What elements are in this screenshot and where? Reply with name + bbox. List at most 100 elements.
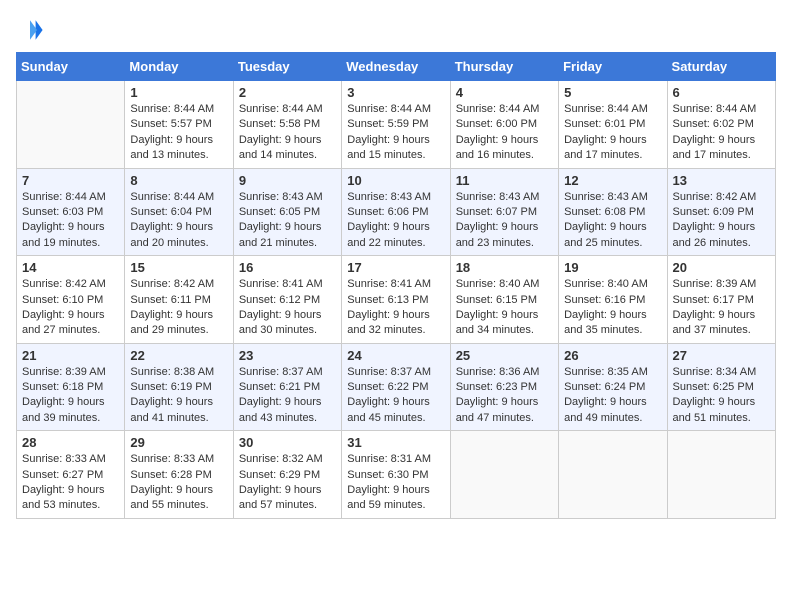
week-row-3: 14Sunrise: 8:42 AM Sunset: 6:10 PM Dayli… [17,256,776,344]
cell-info: Sunrise: 8:43 AM Sunset: 6:07 PM Dayligh… [456,190,553,252]
cell-info: Sunrise: 8:32 AM Sunset: 6:29 PM Dayligh… [239,452,336,514]
calendar-cell: 25 Sunrise: 8:36 AM Sunset: 6:23 PM Dayli… [450,343,558,431]
day-number: 30 [239,435,336,450]
calendar-cell: 31 Sunrise: 8:31 AM Sunset: 6:30 PM Dayli… [342,431,450,519]
day-number: 4 [456,85,553,100]
day-number: 29 [130,435,227,450]
calendar-body: 1 Sunrise: 8:44 AM Sunset: 5:57 PM Daylig… [17,81,776,519]
day-number: 5 [564,85,661,100]
day-header-monday: Monday [125,53,233,81]
calendar-cell: 29 Sunrise: 8:33 AM Sunset: 6:28 PM Dayli… [125,431,233,519]
cell-info: Sunrise: 8:44 AM Sunset: 5:58 PM Dayligh… [239,102,336,164]
day-number: 20 [673,260,770,275]
day-number: 21 [22,348,119,363]
calendar-cell: 30 Sunrise: 8:32 AM Sunset: 6:29 PM Dayli… [233,431,341,519]
cell-info: Sunrise: 8:41 AM Sunset: 6:12 PM Dayligh… [239,277,336,339]
day-number: 26 [564,348,661,363]
cell-info: Sunrise: 8:35 AM Sunset: 6:24 PM Dayligh… [564,365,661,427]
calendar-cell: 1 Sunrise: 8:44 AM Sunset: 5:57 PM Daylig… [125,81,233,169]
week-row-4: 21 Sunrise: 8:39 AM Sunset: 6:18 PM Dayli… [17,343,776,431]
calendar-cell: 9 Sunrise: 8:43 AM Sunset: 6:05 PM Daylig… [233,168,341,256]
calendar-cell: 27Sunrise: 8:34 AM Sunset: 6:25 PM Dayli… [667,343,775,431]
calendar-cell [667,431,775,519]
day-number: 1 [130,85,227,100]
day-number: 25 [456,348,553,363]
day-number: 27 [673,348,770,363]
calendar-cell: 23Sunrise: 8:37 AM Sunset: 6:21 PM Dayli… [233,343,341,431]
day-number: 12 [564,173,661,188]
calendar-cell: 7 Sunrise: 8:44 AM Sunset: 6:03 PM Daylig… [17,168,125,256]
day-number: 18 [456,260,553,275]
calendar-cell: 28 Sunrise: 8:33 AM Sunset: 6:27 PM Dayli… [17,431,125,519]
calendar-cell: 11 Sunrise: 8:43 AM Sunset: 6:07 PM Dayli… [450,168,558,256]
logo [16,16,48,44]
day-number: 28 [22,435,119,450]
cell-info: Sunrise: 8:44 AM Sunset: 6:03 PM Dayligh… [22,190,119,252]
day-number: 7 [22,173,119,188]
calendar-header-row: SundayMondayTuesdayWednesdayThursdayFrid… [17,53,776,81]
day-header-wednesday: Wednesday [342,53,450,81]
cell-info: Sunrise: 8:44 AM Sunset: 6:04 PM Dayligh… [130,190,227,252]
calendar-cell: 18 Sunrise: 8:40 AM Sunset: 6:15 PM Dayli… [450,256,558,344]
page-header [16,16,776,44]
cell-info: Sunrise: 8:44 AM Sunset: 6:00 PM Dayligh… [456,102,553,164]
cell-info: Sunrise: 8:44 AM Sunset: 6:01 PM Dayligh… [564,102,661,164]
calendar-cell: 16 Sunrise: 8:41 AM Sunset: 6:12 PM Dayli… [233,256,341,344]
cell-info: Sunrise: 8:38 AM Sunset: 6:19 PM Dayligh… [130,365,227,427]
day-number: 11 [456,173,553,188]
day-header-tuesday: Tuesday [233,53,341,81]
cell-info: Sunrise: 8:44 AM Sunset: 6:02 PM Dayligh… [673,102,770,164]
cell-info: Sunrise: 8:41 AM Sunset: 6:13 PM Dayligh… [347,277,444,339]
cell-info: Sunrise: 8:44 AM Sunset: 5:57 PM Dayligh… [130,102,227,164]
calendar-cell: 4 Sunrise: 8:44 AM Sunset: 6:00 PM Daylig… [450,81,558,169]
cell-info: Sunrise: 8:33 AM Sunset: 6:28 PM Dayligh… [130,452,227,514]
day-number: 13 [673,173,770,188]
cell-info: Sunrise: 8:40 AM Sunset: 6:16 PM Dayligh… [564,277,661,339]
calendar-cell: 15Sunrise: 8:42 AM Sunset: 6:11 PM Dayli… [125,256,233,344]
calendar-cell: 19Sunrise: 8:40 AM Sunset: 6:16 PM Dayli… [559,256,667,344]
calendar-cell: 10 Sunrise: 8:43 AM Sunset: 6:06 PM Dayli… [342,168,450,256]
day-number: 31 [347,435,444,450]
day-header-sunday: Sunday [17,53,125,81]
day-number: 17 [347,260,444,275]
calendar-cell: 20 Sunrise: 8:39 AM Sunset: 6:17 PM Dayli… [667,256,775,344]
day-number: 24 [347,348,444,363]
calendar-cell: 14Sunrise: 8:42 AM Sunset: 6:10 PM Dayli… [17,256,125,344]
calendar-cell: 8Sunrise: 8:44 AM Sunset: 6:04 PM Daylig… [125,168,233,256]
cell-info: Sunrise: 8:43 AM Sunset: 6:05 PM Dayligh… [239,190,336,252]
calendar-cell: 5 Sunrise: 8:44 AM Sunset: 6:01 PM Daylig… [559,81,667,169]
day-number: 23 [239,348,336,363]
day-number: 14 [22,260,119,275]
day-number: 9 [239,173,336,188]
day-number: 10 [347,173,444,188]
cell-info: Sunrise: 8:40 AM Sunset: 6:15 PM Dayligh… [456,277,553,339]
calendar-cell [17,81,125,169]
calendar-cell: 13 Sunrise: 8:42 AM Sunset: 6:09 PM Dayli… [667,168,775,256]
week-row-2: 7 Sunrise: 8:44 AM Sunset: 6:03 PM Daylig… [17,168,776,256]
calendar-cell: 26 Sunrise: 8:35 AM Sunset: 6:24 PM Dayli… [559,343,667,431]
cell-info: Sunrise: 8:36 AM Sunset: 6:23 PM Dayligh… [456,365,553,427]
cell-info: Sunrise: 8:31 AM Sunset: 6:30 PM Dayligh… [347,452,444,514]
cell-info: Sunrise: 8:44 AM Sunset: 5:59 PM Dayligh… [347,102,444,164]
calendar-cell [559,431,667,519]
cell-info: Sunrise: 8:42 AM Sunset: 6:09 PM Dayligh… [673,190,770,252]
calendar-cell: 6 Sunrise: 8:44 AM Sunset: 6:02 PM Daylig… [667,81,775,169]
calendar-cell: 12 Sunrise: 8:43 AM Sunset: 6:08 PM Dayli… [559,168,667,256]
cell-info: Sunrise: 8:39 AM Sunset: 6:18 PM Dayligh… [22,365,119,427]
cell-info: Sunrise: 8:43 AM Sunset: 6:08 PM Dayligh… [564,190,661,252]
week-row-1: 1 Sunrise: 8:44 AM Sunset: 5:57 PM Daylig… [17,81,776,169]
day-header-friday: Friday [559,53,667,81]
calendar-cell: 24 Sunrise: 8:37 AM Sunset: 6:22 PM Dayli… [342,343,450,431]
cell-info: Sunrise: 8:43 AM Sunset: 6:06 PM Dayligh… [347,190,444,252]
cell-info: Sunrise: 8:37 AM Sunset: 6:22 PM Dayligh… [347,365,444,427]
day-number: 22 [130,348,227,363]
logo-icon [16,16,44,44]
day-number: 16 [239,260,336,275]
day-number: 6 [673,85,770,100]
calendar-cell: 22 Sunrise: 8:38 AM Sunset: 6:19 PM Dayli… [125,343,233,431]
cell-info: Sunrise: 8:33 AM Sunset: 6:27 PM Dayligh… [22,452,119,514]
day-number: 3 [347,85,444,100]
calendar-cell: 21 Sunrise: 8:39 AM Sunset: 6:18 PM Dayli… [17,343,125,431]
cell-info: Sunrise: 8:39 AM Sunset: 6:17 PM Dayligh… [673,277,770,339]
calendar-table: SundayMondayTuesdayWednesdayThursdayFrid… [16,52,776,519]
